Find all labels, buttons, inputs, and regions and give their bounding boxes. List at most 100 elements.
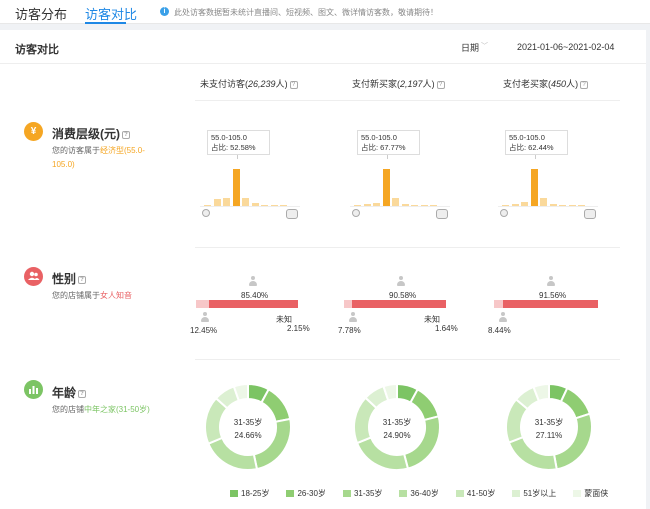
donut-center-label: 31-35岁 xyxy=(234,417,262,427)
donut-center-label: 31-35岁 xyxy=(535,417,563,427)
donut-slice[interactable] xyxy=(355,436,410,471)
donut-slice[interactable] xyxy=(260,387,292,423)
coin-stack-icon xyxy=(286,209,298,219)
bar[interactable] xyxy=(204,205,211,206)
legend-swatch xyxy=(573,490,582,498)
coin-stack-icon xyxy=(436,209,448,219)
chart-tooltip: 55.0-105.0 占比: 67.77% xyxy=(357,130,420,159)
person-icon xyxy=(396,276,406,287)
bar[interactable] xyxy=(578,205,585,206)
legend-label: 26-30岁 xyxy=(297,489,326,498)
bar[interactable] xyxy=(430,205,437,206)
bar[interactable] xyxy=(373,202,380,206)
donut-center-value: 24.90% xyxy=(383,431,410,440)
legend-item[interactable]: 蒙面侠 xyxy=(573,488,608,499)
bar[interactable] xyxy=(530,169,538,206)
female-share-label: 90.58% xyxy=(389,291,417,300)
legend-item[interactable]: 26-30岁 xyxy=(286,488,326,499)
chevron-down-icon[interactable]: ﹀ xyxy=(481,41,488,51)
chart-tooltip: 55.0-105.0 占比: 52.58% xyxy=(207,130,270,159)
legend-item[interactable]: 41-50岁 xyxy=(455,488,496,499)
section-title-age: 年龄? xyxy=(52,384,87,401)
age-legend: 18-25岁 26-30岁 31-35岁 36-40岁 41-50岁 51岁以上 蒙面侠 xyxy=(230,488,625,499)
date-dropdown[interactable]: 日期 xyxy=(461,41,479,54)
donut-slice[interactable] xyxy=(559,386,592,420)
bar[interactable] xyxy=(502,205,509,206)
legend-swatch xyxy=(230,490,238,498)
date-range[interactable]: 2021-01-06~2021-02-04 xyxy=(517,42,614,52)
legend-label: 51岁以上 xyxy=(523,489,557,498)
bar[interactable] xyxy=(354,205,361,206)
person-icon xyxy=(546,276,556,287)
legend-item[interactable]: 18-25岁 xyxy=(230,488,269,499)
column-header-returning-buyers: 支付老买家(450人)? xyxy=(503,77,589,90)
divider xyxy=(195,247,620,248)
donut-slice[interactable] xyxy=(409,387,440,422)
help-icon[interactable]: ? xyxy=(78,275,87,284)
bar[interactable] xyxy=(559,204,566,206)
donut-slice[interactable] xyxy=(207,436,259,471)
bar[interactable] xyxy=(223,198,230,206)
bar[interactable] xyxy=(270,205,278,206)
people-icon xyxy=(24,267,43,286)
female-share-bar[interactable] xyxy=(352,300,447,308)
legend-swatch xyxy=(455,490,464,498)
tooltip-pointer xyxy=(387,155,388,159)
legend-item[interactable]: 31-35岁 xyxy=(342,488,382,499)
legend-label: 41-50岁 xyxy=(466,489,496,498)
legend-swatch xyxy=(399,490,408,498)
bar[interactable] xyxy=(549,203,557,206)
donut-slice[interactable] xyxy=(507,435,558,471)
coin-icon xyxy=(500,209,508,217)
section-desc-gender: 您的店铺属于女人知音 xyxy=(52,291,132,300)
divider xyxy=(195,100,620,101)
legend-item[interactable]: 36-40岁 xyxy=(399,488,439,499)
bar[interactable] xyxy=(521,201,528,206)
help-icon[interactable]: ? xyxy=(580,80,589,89)
bar[interactable] xyxy=(540,197,547,206)
bar[interactable] xyxy=(251,202,259,206)
legend-item[interactable]: 51岁以上 xyxy=(512,488,556,499)
notice-text: 此处访客数据暂未统计直播间、短视频、图文、微详情访客数，敬请期待！ xyxy=(174,8,438,17)
help-icon[interactable]: ? xyxy=(122,130,130,139)
bar[interactable] xyxy=(392,197,399,206)
age-donut: 31-35岁 27.11% xyxy=(505,382,593,471)
bar[interactable] xyxy=(280,205,287,206)
chart-baseline xyxy=(350,206,450,207)
help-icon[interactable]: ? xyxy=(436,80,445,89)
help-icon[interactable]: ? xyxy=(289,80,298,89)
column-header-new-buyers: 支付新买家(2,197人)? xyxy=(352,77,445,90)
bar[interactable] xyxy=(232,169,240,206)
bar[interactable] xyxy=(213,198,221,206)
female-share-bar[interactable] xyxy=(502,300,598,308)
female-share-bar[interactable] xyxy=(208,300,298,308)
tooltip-range: 55.0-105.0 xyxy=(509,133,545,142)
male-share-bar[interactable] xyxy=(196,300,209,308)
bar[interactable] xyxy=(411,205,418,206)
bar[interactable] xyxy=(242,197,249,206)
legend-swatch xyxy=(286,490,295,498)
bar[interactable] xyxy=(420,205,428,206)
bar[interactable] xyxy=(261,204,268,206)
tab-visitor-distribution[interactable]: 访客分布 xyxy=(15,4,67,23)
bar[interactable] xyxy=(382,169,390,206)
bar[interactable] xyxy=(363,204,371,206)
yen-icon: ¥ xyxy=(24,122,43,141)
donut-center-value: 24.66% xyxy=(234,431,261,440)
donut-center-label: 31-35岁 xyxy=(383,417,411,427)
comparison-panel: 访客对比 日期 ﹀ 2021-01-06~2021-02-04 未支付访客(26… xyxy=(0,30,646,509)
help-icon[interactable]: ? xyxy=(78,389,87,398)
section-title-gender: 性别? xyxy=(52,270,87,287)
coin-icon xyxy=(352,209,360,217)
chart-tooltip: 55.0-105.0 占比: 62.44% xyxy=(505,130,568,159)
divider xyxy=(195,359,620,360)
male-share-bar[interactable] xyxy=(344,300,353,308)
tooltip-share: 占比: 67.77% xyxy=(361,143,406,152)
tab-visitor-comparison[interactable]: 访客对比 xyxy=(85,4,137,23)
tooltip-share: 占比: 62.44% xyxy=(509,143,554,152)
bar[interactable] xyxy=(511,204,519,206)
bar[interactable] xyxy=(401,203,409,206)
bar[interactable] xyxy=(568,205,576,206)
male-share-bar[interactable] xyxy=(494,300,503,308)
coin-stack-icon xyxy=(584,209,596,219)
